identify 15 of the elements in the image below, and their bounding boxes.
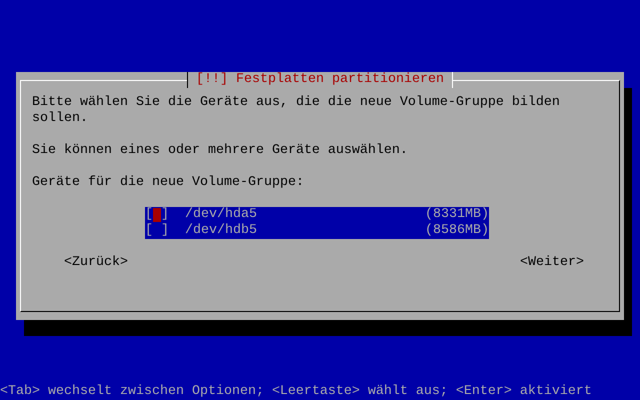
instruction-text: Bitte wählen Sie die Geräte aus, die die neue Volume-Gruppe bilden sollen. — [32, 95, 561, 127]
device-name: /dev/hda5 — [185, 207, 258, 223]
checkbox[interactable]: [ ] — [145, 207, 169, 223]
back-button[interactable]: <Zurück> — [64, 255, 128, 271]
checkbox[interactable]: [ ] — [145, 223, 169, 239]
device-size: (8331MB) — [425, 207, 489, 223]
device-list-item[interactable]: [ ] /dev/hdb5 (8586MB) — [145, 223, 489, 239]
device-list-item[interactable]: [ ] /dev/hda5 (8331MB) — [145, 207, 489, 223]
device-size: (8586MB) — [425, 223, 489, 239]
device-name: /dev/hdb5 — [185, 223, 258, 239]
status-bar-hint: <Tab> wechselt zwischen Optionen; <Leertaste> wählt aus; <Enter> aktiviert — [0, 384, 593, 400]
continue-button[interactable]: <Weiter> — [520, 255, 584, 271]
dialog-title: [!!] Festplatten partitionieren — [187, 72, 453, 88]
instruction-text: Sie können eines oder mehrere Geräte auswählen. — [32, 143, 409, 159]
instruction-text: Geräte für die neue Volume-Gruppe: — [32, 175, 305, 191]
